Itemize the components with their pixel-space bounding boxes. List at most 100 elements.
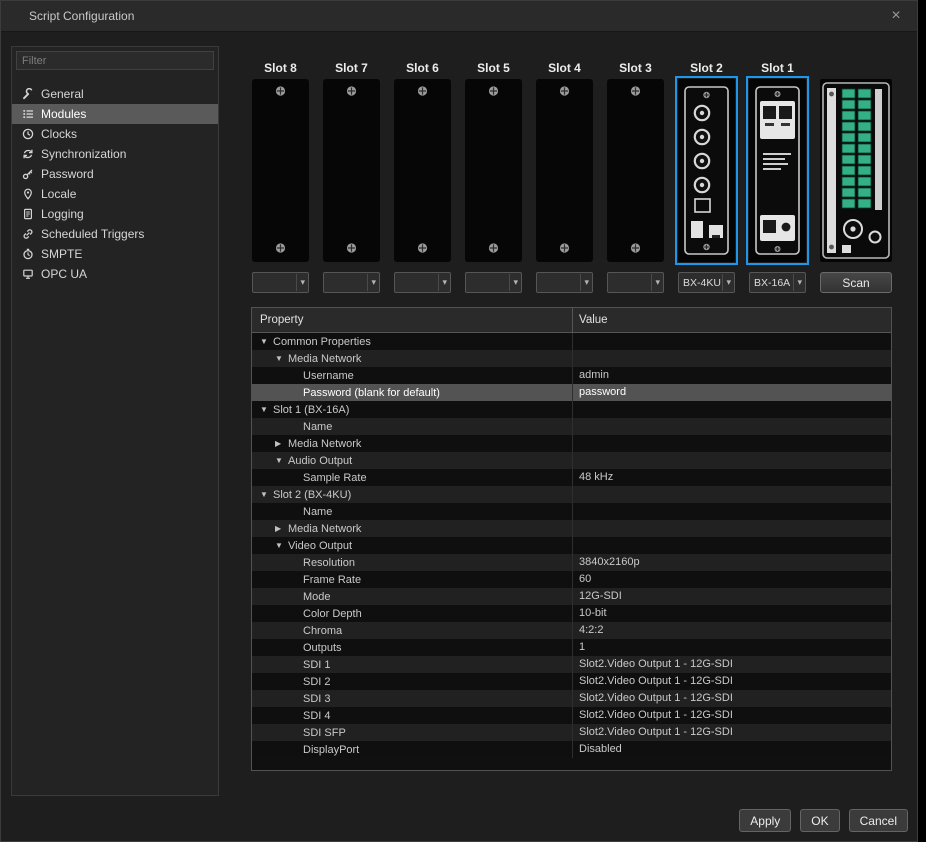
value-cell[interactable]: [572, 520, 891, 537]
table-row[interactable]: SDI 2Slot2.Video Output 1 - 12G-SDI: [252, 673, 891, 690]
table-row[interactable]: Usernameadmin: [252, 367, 891, 384]
scan-button[interactable]: Scan: [820, 272, 892, 293]
slot-8-dropdown[interactable]: ▾: [252, 272, 309, 293]
table-row[interactable]: ▼Common Properties: [252, 333, 891, 350]
slot-card-4[interactable]: [536, 79, 593, 262]
table-row[interactable]: SDI SFPSlot2.Video Output 1 - 12G-SDI: [252, 724, 891, 741]
value-cell[interactable]: 48 kHz: [572, 469, 891, 486]
slot-4-dropdown[interactable]: ▾: [536, 272, 593, 293]
value-cell[interactable]: [572, 418, 891, 435]
sidebar-item-locale[interactable]: Locale: [12, 184, 218, 204]
property-label: Media Network: [288, 353, 361, 365]
table-row[interactable]: ▼Slot 2 (BX-4KU): [252, 486, 891, 503]
table-row[interactable]: SDI 1Slot2.Video Output 1 - 12G-SDI: [252, 656, 891, 673]
sidebar-item-general[interactable]: General: [12, 84, 218, 104]
table-row[interactable]: SDI 3Slot2.Video Output 1 - 12G-SDI: [252, 690, 891, 707]
value-cell[interactable]: [572, 435, 891, 452]
value-cell[interactable]: [572, 486, 891, 503]
table-row[interactable]: Resolution3840x2160p: [252, 554, 891, 571]
property-cell: ▶Media Network: [252, 435, 572, 452]
log-icon: [21, 208, 34, 221]
sidebar-item-synchronization[interactable]: Synchronization: [12, 144, 218, 164]
slot-3-dropdown[interactable]: ▾: [607, 272, 664, 293]
table-row[interactable]: ▼Media Network: [252, 350, 891, 367]
cancel-button[interactable]: Cancel: [849, 809, 908, 832]
table-row[interactable]: Name: [252, 418, 891, 435]
table-row[interactable]: Color Depth10-bit: [252, 605, 891, 622]
value-cell[interactable]: Slot2.Video Output 1 - 12G-SDI: [572, 690, 891, 707]
value-cell[interactable]: [572, 452, 891, 469]
value-cell[interactable]: Slot2.Video Output 1 - 12G-SDI: [572, 707, 891, 724]
sidebar-item-label: Locale: [41, 187, 76, 201]
table-row[interactable]: Outputs1: [252, 639, 891, 656]
sidebar-item-scheduled-triggers[interactable]: Scheduled Triggers: [12, 224, 218, 244]
slot-card-8[interactable]: [252, 79, 309, 262]
ok-button[interactable]: OK: [800, 809, 839, 832]
chevron-down-icon: ▾: [793, 274, 802, 291]
close-icon[interactable]: ×: [885, 5, 907, 27]
value-cell[interactable]: 3840x2160p: [572, 554, 891, 571]
value-cell[interactable]: 1: [572, 639, 891, 656]
value-cell[interactable]: Slot2.Video Output 1 - 12G-SDI: [572, 724, 891, 741]
expander-icon[interactable]: ▶: [275, 439, 288, 448]
slot-label-3: Slot 3: [607, 57, 664, 79]
table-row[interactable]: Mode12G-SDI: [252, 588, 891, 605]
slot-card-3[interactable]: [607, 79, 664, 262]
table-row[interactable]: Sample Rate48 kHz: [252, 469, 891, 486]
sidebar-item-logging[interactable]: Logging: [12, 204, 218, 224]
value-cell[interactable]: Slot2.Video Output 1 - 12G-SDI: [572, 673, 891, 690]
sidebar-item-smpte[interactable]: SMPTE: [12, 244, 218, 264]
table-row[interactable]: ▼Slot 1 (BX-16A): [252, 401, 891, 418]
slot-card-1[interactable]: [749, 79, 806, 262]
value-cell[interactable]: [572, 350, 891, 367]
sidebar-item-clocks[interactable]: Clocks: [12, 124, 218, 144]
value-cell[interactable]: 10-bit: [572, 605, 891, 622]
table-row[interactable]: DisplayPortDisabled: [252, 741, 891, 758]
sidebar-item-modules[interactable]: Modules: [12, 104, 218, 124]
slot-5-dropdown[interactable]: ▾: [465, 272, 522, 293]
slot-2-dropdown[interactable]: BX-4KU▾: [678, 272, 735, 293]
expander-icon[interactable]: ▼: [260, 490, 273, 499]
value-cell[interactable]: Slot2.Video Output 1 - 12G-SDI: [572, 656, 891, 673]
expander-icon[interactable]: ▼: [275, 354, 288, 363]
apply-button[interactable]: Apply: [739, 809, 791, 832]
value-cell[interactable]: password: [572, 384, 891, 401]
filter-input[interactable]: [16, 51, 214, 70]
sidebar-item-opc-ua[interactable]: OPC UA: [12, 264, 218, 284]
slot-7-dropdown[interactable]: ▾: [323, 272, 380, 293]
table-row[interactable]: SDI 4Slot2.Video Output 1 - 12G-SDI: [252, 707, 891, 724]
table-row[interactable]: Chroma4:2:2: [252, 622, 891, 639]
property-cell: Outputs: [252, 639, 572, 656]
value-cell[interactable]: [572, 503, 891, 520]
value-cell[interactable]: [572, 401, 891, 418]
slot-label-5: Slot 5: [465, 57, 522, 79]
expander-icon[interactable]: ▼: [275, 541, 288, 550]
value-cell[interactable]: Disabled: [572, 741, 891, 758]
table-row[interactable]: ▶Media Network: [252, 520, 891, 537]
frame-card[interactable]: [820, 79, 892, 262]
value-cell[interactable]: [572, 333, 891, 350]
expander-icon[interactable]: ▼: [275, 456, 288, 465]
value-cell[interactable]: 4:2:2: [572, 622, 891, 639]
expander-icon[interactable]: ▶: [275, 524, 288, 533]
table-row[interactable]: ▶Media Network: [252, 435, 891, 452]
sidebar-item-password[interactable]: Password: [12, 164, 218, 184]
value-cell[interactable]: 60: [572, 571, 891, 588]
slot-card-5[interactable]: [465, 79, 522, 262]
table-row[interactable]: ▼Audio Output: [252, 452, 891, 469]
pin-icon: [21, 188, 34, 201]
slot-card-6[interactable]: [394, 79, 451, 262]
table-row[interactable]: ▼Video Output: [252, 537, 891, 554]
table-row[interactable]: Name: [252, 503, 891, 520]
table-row[interactable]: Frame Rate60: [252, 571, 891, 588]
slot-card-2[interactable]: [678, 79, 735, 262]
value-cell[interactable]: 12G-SDI: [572, 588, 891, 605]
expander-icon[interactable]: ▼: [260, 405, 273, 414]
slot-card-7[interactable]: [323, 79, 380, 262]
slot-6-dropdown[interactable]: ▾: [394, 272, 451, 293]
value-cell[interactable]: admin: [572, 367, 891, 384]
value-cell[interactable]: [572, 537, 891, 554]
expander-icon[interactable]: ▼: [260, 337, 273, 346]
slot-1-dropdown[interactable]: BX-16A▾: [749, 272, 806, 293]
table-row[interactable]: Password (blank for default)password: [252, 384, 891, 401]
